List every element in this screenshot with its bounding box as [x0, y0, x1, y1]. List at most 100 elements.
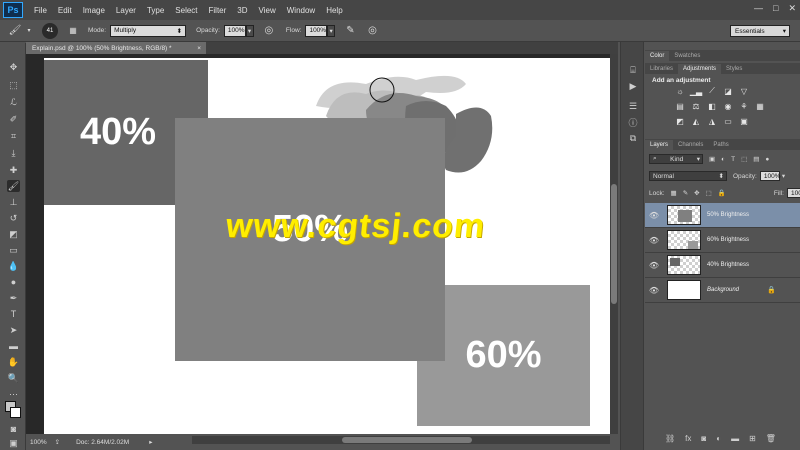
hue-saturation-icon[interactable]: ▤ [675, 101, 685, 111]
blend-mode-select[interactable]: Normal ⬍ [649, 171, 727, 181]
flow-input[interactable]: 100% [305, 24, 328, 37]
status-menu-arrow-icon[interactable]: ▸ [149, 438, 152, 446]
tab-color[interactable]: Color [645, 51, 670, 61]
tab-channels[interactable]: Channels [673, 140, 708, 150]
posterize-icon[interactable]: ◭ [691, 116, 701, 126]
eye-icon[interactable]: 👁 [645, 211, 663, 220]
eye-icon[interactable]: 👁 [645, 236, 663, 245]
brush-tool-icon[interactable]: 🖌 [8, 24, 22, 38]
history-brush-tool-icon[interactable]: ↺ [7, 212, 20, 224]
filter-adjustment-icon[interactable]: ◐ [721, 156, 725, 163]
actions-panel-icon[interactable]: ▶ [627, 80, 639, 92]
tab-adjustments[interactable]: Adjustments [678, 64, 722, 74]
close-button[interactable]: ✕ [788, 3, 796, 14]
menu-select[interactable]: Select [175, 6, 197, 15]
color-lookup-icon[interactable]: ▦ [755, 101, 765, 111]
selective-color-icon[interactable]: ▣ [739, 116, 749, 126]
lock-all-icon[interactable]: 🔒 [718, 189, 726, 197]
filter-type-icon[interactable]: T [731, 156, 735, 163]
lock-position-icon[interactable]: ✥ [694, 189, 699, 197]
layer-row[interactable]: 👁 60% Brightness [645, 228, 800, 253]
workspace-select[interactable]: Essentials ▾ [730, 25, 790, 37]
tool-preset-chevron-icon[interactable]: ▾ [22, 24, 36, 38]
more-tools-icon[interactable]: ⋯ [7, 388, 20, 400]
eraser-tool-icon[interactable]: ◩ [7, 228, 20, 240]
lock-artboard-icon[interactable]: ⬚ [706, 189, 712, 197]
brush-tool-icon[interactable]: 🖌 [7, 180, 20, 192]
fill-input[interactable]: 100% [786, 188, 800, 198]
tab-close-icon[interactable]: × [197, 45, 201, 52]
zoom-level[interactable]: 100% [30, 439, 47, 446]
path-select-tool-icon[interactable]: ➤ [7, 324, 20, 336]
levels-icon[interactable]: ▁▃ [690, 86, 702, 96]
menu-image[interactable]: Image [83, 6, 105, 15]
eyedropper-tool-icon[interactable]: ⤓ [7, 147, 20, 159]
brightness-icon[interactable]: ☼ [675, 86, 685, 96]
invert-icon[interactable]: ◩ [675, 116, 685, 126]
marquee-tool-icon[interactable]: ⬚ [7, 79, 20, 91]
menu-3d[interactable]: 3D [237, 6, 247, 15]
layer-style-icon[interactable]: fx [685, 434, 691, 443]
type-tool-icon[interactable]: T [7, 308, 20, 320]
trash-icon[interactable]: 🗑 [766, 434, 776, 443]
gradient-tool-icon[interactable]: ▭ [7, 244, 20, 256]
menu-edit[interactable]: Edit [58, 6, 72, 15]
pressure-opacity-icon[interactable]: ◎ [262, 24, 276, 38]
zoom-tool-icon[interactable]: 🔍 [7, 372, 20, 384]
gradient-map-icon[interactable]: ▭ [723, 116, 733, 126]
kind-filter-select[interactable]: ⌕ Kind ▾ [649, 154, 703, 164]
properties-panel-icon[interactable]: ☰ [627, 100, 639, 112]
filter-toggle-icon[interactable]: ● [765, 156, 769, 163]
lock-pixels-icon[interactable]: ✎ [683, 189, 688, 197]
eye-icon[interactable]: 👁 [645, 286, 663, 295]
blur-tool-icon[interactable]: 💧 [7, 260, 20, 272]
hand-tool-icon[interactable]: ✋ [7, 356, 20, 368]
channel-mixer-icon[interactable]: ⚘ [739, 101, 749, 111]
opacity-dropdown[interactable]: ▾ [245, 24, 254, 37]
clone-source-panel-icon[interactable]: ⧉ [627, 132, 639, 144]
color-balance-icon[interactable]: ⚖ [691, 101, 701, 111]
threshold-icon[interactable]: ◮ [707, 116, 717, 126]
new-adjustment-icon[interactable]: ◐ [716, 434, 721, 443]
layer-row[interactable]: 👁 50% Brightness [645, 203, 800, 228]
screen-mode-icon[interactable]: ▣ [7, 437, 20, 449]
tab-paths[interactable]: Paths [708, 140, 733, 150]
horizontal-scrollbar[interactable] [192, 436, 610, 444]
mode-select[interactable]: Multiply ⬍ [110, 24, 187, 37]
menu-filter[interactable]: Filter [209, 6, 227, 15]
quick-select-tool-icon[interactable]: ✐ [7, 113, 20, 125]
crop-tool-icon[interactable]: ⌗ [7, 130, 20, 142]
quick-mask-icon[interactable]: ◙ [7, 423, 20, 435]
export-icon[interactable]: ⇪ [55, 438, 60, 446]
eye-icon[interactable]: 👁 [645, 261, 663, 270]
dodge-tool-icon[interactable]: ● [7, 276, 20, 288]
flow-dropdown[interactable]: ▾ [327, 24, 336, 37]
layer-row[interactable]: 👁 40% Brightness [645, 253, 800, 278]
tab-layers[interactable]: Layers [645, 140, 674, 150]
black-white-icon[interactable]: ◧ [707, 101, 717, 111]
horizontal-scroll-thumb[interactable] [342, 437, 472, 443]
airbrush-icon[interactable]: ✎ [343, 24, 357, 38]
history-panel-icon[interactable]: ⌸ [627, 64, 639, 76]
stamp-tool-icon[interactable]: ⊥ [7, 196, 20, 208]
link-layers-icon[interactable]: ⛓ [665, 434, 675, 443]
info-panel-icon[interactable]: ⓘ [627, 116, 639, 128]
filter-shape-icon[interactable]: ⬚ [741, 155, 747, 163]
vertical-scroll-thumb[interactable] [611, 184, 617, 304]
opacity-input[interactable]: 100% [223, 24, 246, 37]
pressure-size-icon[interactable]: ◎ [365, 24, 379, 38]
opacity-slider-arrow-icon[interactable]: ▾ [782, 172, 785, 180]
photo-filter-icon[interactable]: ◉ [723, 101, 733, 111]
tab-styles[interactable]: Styles [721, 64, 747, 74]
new-layer-icon[interactable]: ⊞ [749, 434, 756, 443]
background-color-swatch[interactable] [10, 407, 21, 418]
minimize-button[interactable]: — [754, 3, 763, 14]
menu-type[interactable]: Type [147, 6, 164, 15]
lasso-tool-icon[interactable]: ℒ [7, 96, 20, 108]
curves-icon[interactable]: ⟋ [707, 86, 717, 96]
menu-layer[interactable]: Layer [116, 6, 136, 15]
menu-help[interactable]: Help [326, 6, 342, 15]
menu-file[interactable]: File [34, 6, 47, 15]
pen-tool-icon[interactable]: ✒ [7, 292, 20, 304]
add-mask-icon[interactable]: ◙ [701, 434, 706, 443]
